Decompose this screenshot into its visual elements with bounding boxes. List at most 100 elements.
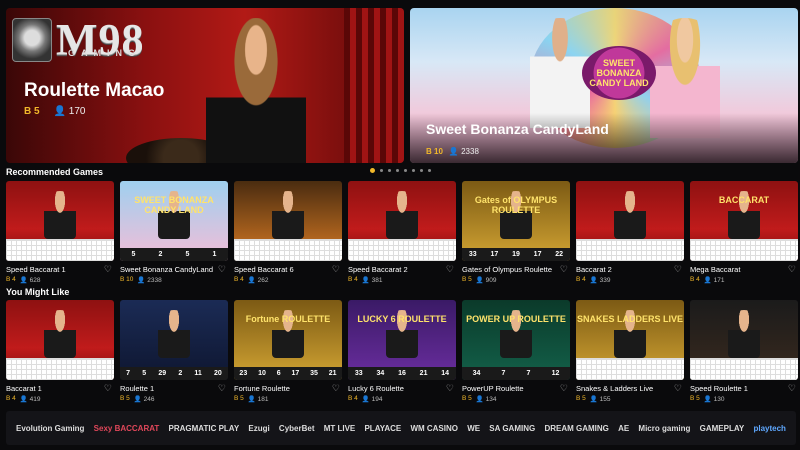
dealer-image: [386, 191, 418, 239]
provider-logo[interactable]: PLAYACE: [364, 424, 401, 433]
game-thumbnail[interactable]: [234, 181, 342, 261]
result-number: 5: [142, 370, 147, 377]
game-thumbnail[interactable]: [690, 300, 798, 380]
game-card[interactable]: Baccarat 2 ♡ B 4 👤 339: [576, 181, 684, 284]
player-count: 👤 419: [19, 396, 41, 403]
game-thumbnail[interactable]: LUCKY 6 ROULETTE 33 34 16 21 14: [348, 300, 456, 380]
favorite-heart-icon[interactable]: ♡: [788, 383, 796, 394]
result-number: 33: [468, 251, 477, 258]
game-card[interactable]: BACCARAT Mega Baccarat ♡ B 4 👤 171: [690, 181, 798, 284]
hero-banner-sweet-bonanza[interactable]: SWEET BONANZA CANDY LAND Sweet Bonanza Can…: [410, 8, 798, 163]
result-number: 34: [376, 370, 385, 377]
recommended-row: Speed Baccarat 1 ♡ B 4 👤 628 SWEET BONANZA C…: [6, 181, 798, 284]
game-card[interactable]: Speed Baccarat 6 ♡ B 4 👤 262: [234, 181, 342, 284]
game-thumbnail[interactable]: Fortune ROULETTE 23 10 6 17 35 21: [234, 300, 342, 380]
favorite-heart-icon[interactable]: ♡: [332, 383, 340, 394]
result-number: 17: [490, 251, 499, 258]
game-card[interactable]: 7 5 29 2 11 20 Roulette 1 ♡ B 5 👤 246: [120, 300, 228, 403]
game-thumbnail[interactable]: SNAKES LADDERS LIVE: [576, 300, 684, 380]
carousel-dot[interactable]: [380, 169, 383, 172]
carousel-dot[interactable]: [388, 169, 391, 172]
game-name-row: Fortune Roulette ♡: [234, 383, 342, 394]
host-man-image: [530, 18, 590, 128]
provider-logo[interactable]: PRAGMATIC PLAY: [169, 424, 240, 433]
provider-logo[interactable]: Sexy BACCARAT: [94, 424, 160, 433]
bead-road: [348, 239, 456, 261]
carousel-dot[interactable]: [420, 169, 423, 172]
provider-logo[interactable]: Micro gaming: [638, 424, 690, 433]
game-thumbnail[interactable]: POWER UP ROULETTE 34 7 7 12: [462, 300, 570, 380]
favorite-heart-icon[interactable]: ♡: [674, 264, 682, 275]
favorite-heart-icon[interactable]: ♡: [446, 264, 454, 275]
game-thumbnail[interactable]: SWEET BONANZA CANDY LAND 5 2 5 1: [120, 181, 228, 261]
provider-logo[interactable]: WM CASINO: [410, 424, 458, 433]
game-card[interactable]: POWER UP ROULETTE 34 7 7 12 PowerUP Roulette ♡…: [462, 300, 570, 403]
favorite-heart-icon[interactable]: ♡: [788, 264, 796, 275]
provider-logo[interactable]: MT LIVE: [324, 424, 356, 433]
carousel-dot[interactable]: [396, 169, 399, 172]
favorite-heart-icon[interactable]: ♡: [104, 264, 112, 275]
favorite-heart-icon[interactable]: ♡: [446, 383, 454, 394]
favorite-heart-icon[interactable]: ♡: [218, 383, 226, 394]
result-number: 5: [185, 251, 190, 258]
game-card[interactable]: Speed Baccarat 2 ♡ B 4 👤 381: [348, 181, 456, 284]
favorite-heart-icon[interactable]: ♡: [332, 264, 340, 275]
player-count: 👤 2338: [448, 147, 479, 156]
result-number: 17: [291, 370, 300, 377]
hero-banner-roulette-macao[interactable]: M98 GAMING Roulette Macao B 5 👤 170: [6, 8, 404, 163]
favorite-heart-icon[interactable]: ♡: [560, 264, 568, 275]
provider-logo[interactable]: Ezugi: [248, 424, 269, 433]
provider-logo[interactable]: CyberBet: [279, 424, 315, 433]
favorite-heart-icon[interactable]: ♡: [560, 383, 568, 394]
game-card[interactable]: Fortune ROULETTE 23 10 6 17 35 21 Fortune Roule…: [234, 300, 342, 403]
game-art-title: POWER UP ROULETTE: [466, 314, 566, 324]
game-card[interactable]: SWEET BONANZA CANDY LAND 5 2 5 1 Sweet Bonanz…: [120, 181, 228, 284]
carousel-dot[interactable]: [404, 169, 407, 172]
game-thumbnail[interactable]: 7 5 29 2 11 20: [120, 300, 228, 380]
carousel-dot[interactable]: [428, 169, 431, 172]
bet-badge: B 5: [690, 395, 700, 402]
game-thumbnail[interactable]: [6, 181, 114, 261]
game-name: Baccarat 1: [6, 384, 42, 393]
game-name-row: Gates of Olympus Roulette ♡: [462, 264, 570, 275]
game-card[interactable]: Baccarat 1 ♡ B 4 👤 419: [6, 300, 114, 403]
result-number: 7: [126, 370, 130, 377]
favorite-heart-icon[interactable]: ♡: [104, 383, 112, 394]
game-thumbnail[interactable]: [576, 181, 684, 261]
game-thumbnail[interactable]: BACCARAT: [690, 181, 798, 261]
game-thumbnail[interactable]: [6, 300, 114, 380]
game-card[interactable]: SNAKES LADDERS LIVE Snakes & Ladders Live…: [576, 300, 684, 403]
favorite-heart-icon[interactable]: ♡: [674, 383, 682, 394]
carousel-dot[interactable]: [412, 169, 415, 172]
result-number: 12: [551, 370, 560, 377]
result-number: 6: [276, 370, 281, 377]
carousel-dot[interactable]: [370, 168, 375, 173]
game-card[interactable]: Speed Baccarat 1 ♡ B 4 👤 628: [6, 181, 114, 284]
bet-badge: B 5: [576, 395, 586, 402]
person-icon: 👤: [19, 396, 30, 403]
provider-logo[interactable]: WE: [467, 424, 480, 433]
game-card[interactable]: Speed Roulette 1 ♡ B 5 👤 130: [690, 300, 798, 403]
game-card[interactable]: LUCKY 6 ROULETTE 33 34 16 21 14 Lucky 6 Roulet…: [348, 300, 456, 403]
result-number: 5: [131, 251, 136, 258]
bet-badge: B 4: [348, 276, 358, 283]
provider-logo[interactable]: GAMEPLAY: [700, 424, 745, 433]
game-thumbnail[interactable]: Gates of OLYMPUS ROULETTE 33 17 19 17 22: [462, 181, 570, 261]
result-history: 34 7 7 12: [462, 367, 570, 380]
game-name: Lucky 6 Roulette: [348, 384, 404, 393]
provider-bar: Evolution Gaming Sexy BACCARAT PRAGMATIC P…: [6, 411, 796, 445]
result-number: 21: [419, 370, 428, 377]
provider-logo[interactable]: AE: [618, 424, 629, 433]
provider-logo[interactable]: SA GAMING: [489, 424, 535, 433]
game-name-row: PowerUP Roulette ♡: [462, 383, 570, 394]
sweet-bonanza-logo: SWEET BONANZA CANDY LAND: [582, 46, 656, 100]
provider-logo[interactable]: playtech: [753, 424, 785, 433]
provider-logo[interactable]: Evolution Gaming: [16, 424, 84, 433]
hero-meta: B 5 👤 170: [24, 106, 85, 117]
game-thumbnail[interactable]: [348, 181, 456, 261]
bet-badge: B 4: [6, 395, 16, 402]
favorite-heart-icon[interactable]: ♡: [218, 264, 226, 275]
person-icon: 👤: [133, 396, 144, 403]
game-card[interactable]: Gates of OLYMPUS ROULETTE 33 17 19 17 22 Gates…: [462, 181, 570, 284]
provider-logo[interactable]: DREAM GAMING: [544, 424, 608, 433]
